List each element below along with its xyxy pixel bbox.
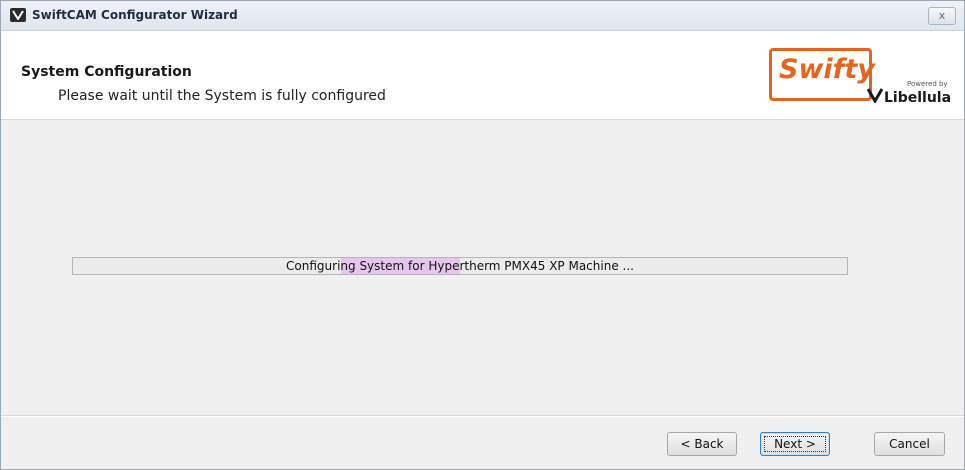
cancel-button-label: Cancel (889, 437, 930, 451)
next-button-label: Next > (774, 437, 816, 451)
swifty-logo-text: Swifty (779, 54, 875, 85)
window-title: SwiftCAM Configurator Wizard (32, 8, 238, 22)
page-title: System Configuration (21, 64, 192, 80)
wizard-window: SwiftCAM Configurator Wizard x System Co… (0, 0, 965, 470)
close-icon: x (938, 9, 946, 22)
page-subtitle: Please wait until the System is fully co… (58, 88, 386, 104)
next-button[interactable]: Next > (760, 432, 830, 456)
libellula-logo-icon (867, 88, 883, 103)
libellula-logo-text: Libellula (884, 90, 952, 106)
swifty-logo: Swifty (769, 48, 875, 101)
back-button[interactable]: < Back (667, 432, 737, 456)
cancel-button[interactable]: Cancel (874, 432, 945, 456)
title-bar[interactable]: SwiftCAM Configurator Wizard x (1, 1, 964, 31)
close-button[interactable]: x (928, 7, 956, 25)
progress-status-text: Configuring System for Hypertherm PMX45 … (286, 259, 634, 273)
footer-divider (1, 415, 964, 417)
progress-bar: Configuring System for Hypertherm PMX45 … (72, 257, 848, 275)
wizard-header: System Configuration Please wait until t… (1, 31, 964, 120)
back-button-label: < Back (680, 437, 724, 451)
app-icon (10, 8, 26, 22)
powered-by-label: Powered by (907, 80, 948, 88)
